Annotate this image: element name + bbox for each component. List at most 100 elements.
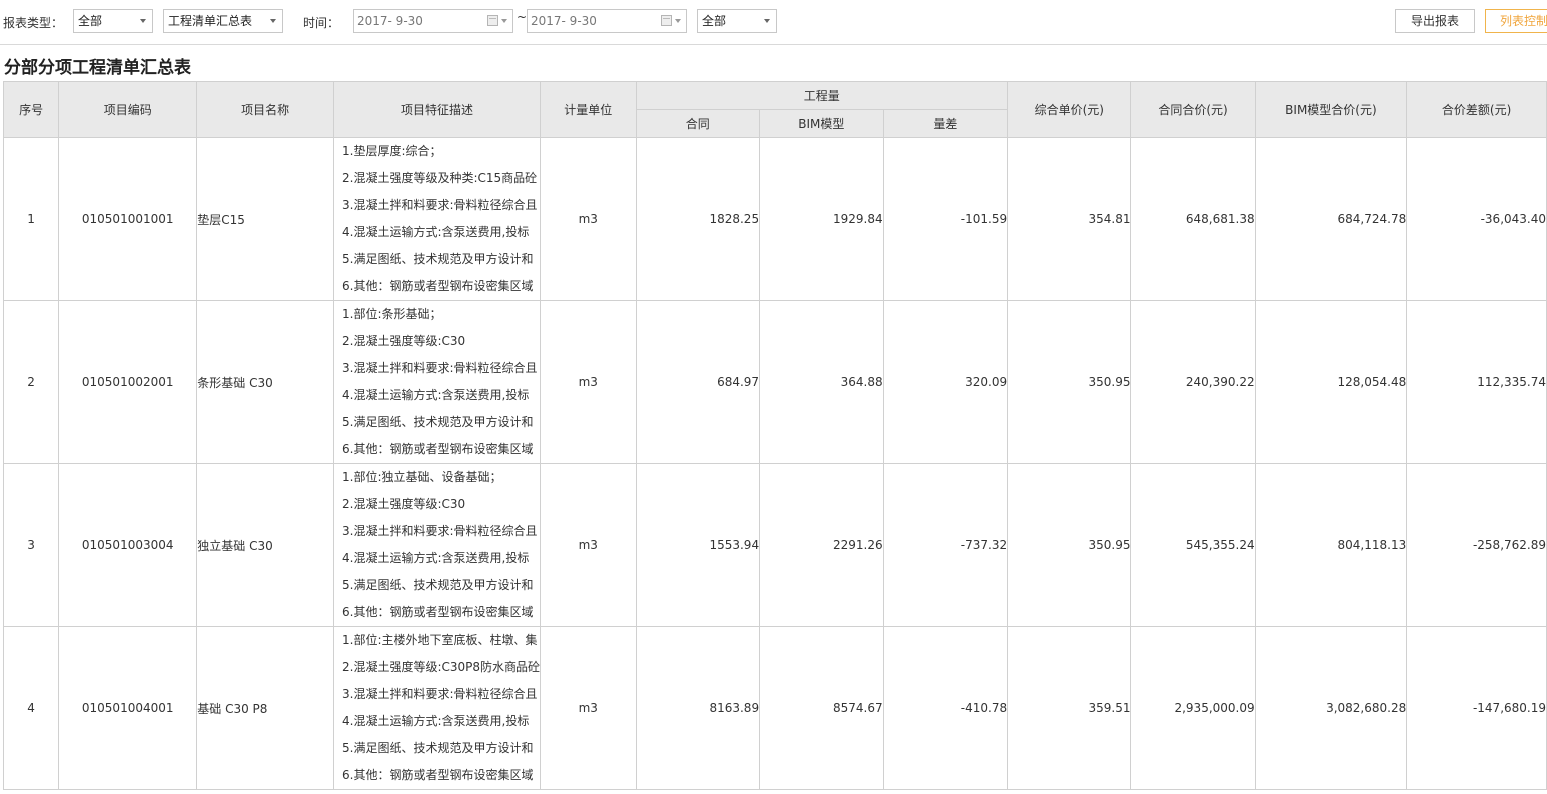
- cell-unit: m3: [540, 626, 637, 790]
- cell-unit-price: 350.95: [1007, 463, 1132, 627]
- page-title: 分部分项工程清单汇总表: [4, 58, 191, 78]
- desc-line: 1.垫层厚度:综合；: [342, 144, 442, 158]
- desc-line: 4.混凝土运输方式:含泵送费用,投标: [342, 225, 530, 239]
- cell-contract-total: 2,935,000.09: [1130, 626, 1256, 790]
- report-name-select[interactable]: 工程清单汇总表: [163, 9, 283, 33]
- cell-contract-total: 545,355.24: [1130, 463, 1256, 627]
- header-qty-diff: 量差: [882, 109, 1009, 138]
- cell-seq: 1: [2, 137, 60, 301]
- desc-line: 2.混凝土强度等级及种类:C15商品砼: [342, 171, 538, 185]
- desc-line: 1.部位:主楼外地下室底板、柱墩、集: [342, 633, 538, 647]
- cell-qty-diff: -410.78: [882, 626, 1009, 790]
- header-seq: 序号: [2, 81, 60, 138]
- filter-toolbar: 报表类型： 全部 工程清单汇总表 时间： 2017- 9-30 ~ 2017- …: [0, 0, 1547, 45]
- cell-bim-total: 3,082,680.28: [1254, 626, 1408, 790]
- chevron-down-icon: [270, 19, 276, 23]
- cell-unit: m3: [540, 463, 637, 627]
- cell-desc: 1.垫层厚度:综合； 2.混凝土强度等级及种类:C15商品砼 3.混凝土拌和料要求:…: [333, 137, 542, 301]
- cell-unit: m3: [540, 300, 637, 464]
- cell-contract-total: 240,390.22: [1130, 300, 1256, 464]
- date-from-value: 2017- 9-30: [357, 14, 423, 28]
- header-qty-bim: BIM模型: [759, 109, 884, 138]
- cell-unit-price: 359.51: [1007, 626, 1132, 790]
- cell-qty-diff: 320.09: [882, 300, 1009, 464]
- cell-total-diff: 112,335.74: [1406, 300, 1547, 464]
- cell-qty-contract: 684.97: [635, 300, 761, 464]
- calendar-icon[interactable]: [487, 15, 498, 26]
- desc-line: 3.混凝土拌和料要求:骨料粒径综合且: [342, 198, 538, 212]
- chevron-down-icon: [764, 19, 770, 23]
- cell-qty-bim: 2291.26: [759, 463, 884, 627]
- cell-bim-total: 128,054.48: [1254, 300, 1408, 464]
- cell-qty-bim: 1929.84: [759, 137, 884, 301]
- table-row[interactable]: 1 010501001001 垫层C15 1.垫层厚度:综合； 2.混凝土强度等级及种类…: [2, 137, 1547, 301]
- table-row[interactable]: 4 010501004001 基础 C30 P8 1.部位:主楼外地下室底板、柱墩、集…: [2, 626, 1547, 790]
- desc-line: 3.混凝土拌和料要求:骨料粒径综合且: [342, 687, 538, 701]
- calendar-icon[interactable]: [661, 15, 672, 26]
- desc-line: 2.混凝土强度等级:C30: [342, 334, 466, 348]
- desc-line: 6.其他：钢筋或者型钢布设密集区域: [342, 605, 534, 619]
- cell-desc: 1.部位:条形基础； 2.混凝土强度等级:C30 3.混凝土拌和料要求:骨料粒径综合…: [333, 300, 542, 464]
- cell-total-diff: -147,680.19: [1406, 626, 1547, 790]
- cell-qty-contract: 1828.25: [635, 137, 761, 301]
- cell-qty-contract: 8163.89: [635, 626, 761, 790]
- export-report-button[interactable]: 导出报表: [1395, 9, 1475, 33]
- cell-bim-total: 804,118.13: [1254, 463, 1408, 627]
- cell-bim-total: 684,724.78: [1254, 137, 1408, 301]
- cell-seq: 2: [2, 300, 60, 464]
- header-qty-group: 工程量: [635, 81, 1009, 110]
- desc-line: 6.其他：钢筋或者型钢布设密集区域: [342, 768, 534, 782]
- cell-name: 垫层C15: [196, 137, 335, 301]
- chevron-down-icon[interactable]: [675, 19, 681, 23]
- header-contract-total: 合同合价(元): [1130, 81, 1256, 138]
- header-qty-contract: 合同: [635, 109, 761, 138]
- date-range-separator: ~: [517, 10, 528, 24]
- chevron-down-icon[interactable]: [501, 19, 507, 23]
- desc-line: 5.满足图纸、技术规范及甲方设计和: [342, 252, 534, 266]
- scope-value: 全部: [702, 14, 727, 28]
- cell-code: 010501003004: [58, 463, 198, 627]
- desc-line: 3.混凝土拌和料要求:骨料粒径综合且: [342, 524, 538, 538]
- cell-name: 基础 C30 P8: [196, 626, 335, 790]
- date-to-input[interactable]: 2017- 9-30: [527, 9, 687, 33]
- cell-name: 条形基础 C30: [196, 300, 335, 464]
- header-name: 项目名称: [196, 81, 335, 138]
- header-desc: 项目特征描述: [333, 81, 542, 138]
- date-from-input[interactable]: 2017- 9-30: [353, 9, 513, 33]
- desc-line: 3.混凝土拌和料要求:骨料粒径综合且: [342, 361, 538, 375]
- cell-seq: 4: [2, 626, 60, 790]
- table-row[interactable]: 3 010501003004 独立基础 C30 1.部位:独立基础、设备基础； 2.混凝…: [2, 463, 1547, 627]
- report-type-label: 报表类型：: [3, 16, 64, 30]
- header-unit-price: 综合单价(元): [1007, 81, 1132, 138]
- cell-unit: m3: [540, 137, 637, 301]
- cell-unit-price: 350.95: [1007, 300, 1132, 464]
- desc-line: 4.混凝土运输方式:含泵送费用,投标: [342, 388, 530, 402]
- date-to-value: 2017- 9-30: [531, 14, 597, 28]
- cell-total-diff: -258,762.89: [1406, 463, 1547, 627]
- cell-code: 010501004001: [58, 626, 198, 790]
- desc-line: 4.混凝土运输方式:含泵送费用,投标: [342, 551, 530, 565]
- report-name-value: 工程清单汇总表: [168, 14, 253, 28]
- cell-qty-diff: -737.32: [882, 463, 1009, 627]
- desc-line: 5.满足图纸、技术规范及甲方设计和: [342, 578, 534, 592]
- desc-line: 1.部位:独立基础、设备基础；: [342, 470, 502, 484]
- cell-qty-contract: 1553.94: [635, 463, 761, 627]
- cell-seq: 3: [2, 463, 60, 627]
- desc-line: 5.满足图纸、技术规范及甲方设计和: [342, 741, 534, 755]
- cell-qty-bim: 8574.67: [759, 626, 884, 790]
- report-type-select[interactable]: 全部: [73, 9, 153, 33]
- scope-select[interactable]: 全部: [697, 9, 777, 33]
- cell-code: 010501002001: [58, 300, 198, 464]
- cell-code: 010501001001: [58, 137, 198, 301]
- bill-summary-table: 序号 项目编码 项目名称 项目特征描述 计量单位 工程量 综合单价(元) 合同合…: [2, 81, 1547, 790]
- table-row[interactable]: 2 010501002001 条形基础 C30 1.部位:条形基础； 2.混凝土强度等级…: [2, 300, 1547, 464]
- desc-line: 2.混凝土强度等级:C30: [342, 497, 466, 511]
- report-type-value: 全部: [78, 14, 103, 28]
- desc-line: 4.混凝土运输方式:含泵送费用,投标: [342, 714, 530, 728]
- column-control-button[interactable]: 列表控制: [1485, 9, 1547, 33]
- cell-total-diff: -36,043.40: [1406, 137, 1547, 301]
- desc-line: 1.部位:条形基础；: [342, 307, 442, 321]
- cell-name: 独立基础 C30: [196, 463, 335, 627]
- desc-line: 5.满足图纸、技术规范及甲方设计和: [342, 415, 534, 429]
- cell-contract-total: 648,681.38: [1130, 137, 1256, 301]
